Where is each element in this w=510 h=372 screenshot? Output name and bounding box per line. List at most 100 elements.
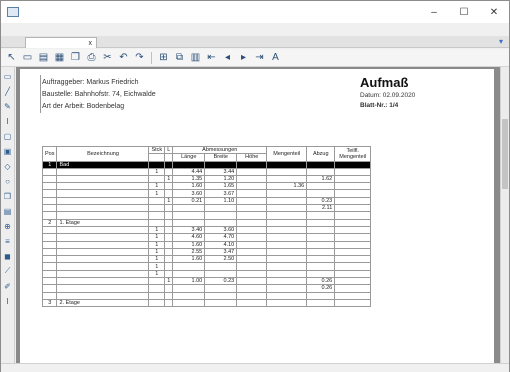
image-tool-icon[interactable]: ▣ — [3, 146, 13, 156]
table-row[interactable]: 1 1.35 1.20 1.62 — [41, 174, 372, 184]
zoom-tool-icon[interactable]: ⊕ — [3, 221, 13, 231]
table-row[interactable]: 1 0.21 1.10 0.23 — [41, 196, 372, 206]
client-label: Auftraggeber: — [42, 79, 85, 86]
cell-stk: 1 — [148, 262, 166, 271]
app-icon — [7, 7, 19, 17]
cell-abzug — [306, 240, 336, 249]
cell-pos: 1 — [41, 160, 58, 169]
grid-icon[interactable]: ▥ — [189, 51, 202, 64]
copy-icon[interactable]: ❐ — [69, 51, 82, 64]
copy-format-icon[interactable]: ⧉ — [173, 51, 186, 64]
cell-hgt — [236, 240, 268, 249]
group-tool-icon[interactable]: ▤ — [3, 206, 13, 216]
circle-tool-icon[interactable]: ○ — [3, 176, 13, 186]
cell-total — [334, 174, 372, 184]
cursor-tool-icon[interactable]: I — [3, 296, 13, 306]
cell-pos — [41, 284, 58, 293]
table-row[interactable] — [41, 211, 372, 220]
cell-len: 1.35 — [172, 174, 206, 184]
table-row[interactable]: 1 1.60 2.50 — [41, 255, 372, 264]
undo-icon[interactable]: ↶ — [117, 51, 130, 64]
scrollbar-thumb[interactable] — [502, 119, 508, 189]
redo-icon[interactable]: ↷ — [133, 51, 146, 64]
table-row[interactable]: 1 3.40 3.60 — [41, 225, 372, 235]
table-row[interactable]: 2.11 — [41, 204, 372, 213]
frame-tool-icon[interactable]: ▢ — [3, 131, 13, 141]
table-row[interactable] — [41, 291, 372, 300]
cell-len: 0.21 — [172, 196, 206, 206]
site-label: Baustelle: — [42, 91, 73, 98]
cell-l — [164, 269, 174, 279]
table-row[interactable]: 1 1.60 4.10 — [41, 240, 372, 249]
new-icon[interactable]: ▭ — [21, 51, 34, 64]
cell-menge — [266, 204, 308, 213]
cell-pos — [41, 247, 58, 257]
cell-hgt — [236, 225, 268, 235]
vertical-scrollbar[interactable] — [500, 67, 509, 363]
table-row[interactable]: 1 — [41, 262, 372, 271]
align-tool-icon[interactable]: ≡ — [3, 236, 13, 246]
prev-icon[interactable]: ◂ — [221, 51, 234, 64]
cell-desc — [56, 284, 150, 293]
fill-tool-icon[interactable]: ◼ — [3, 251, 13, 261]
pointer-icon[interactable]: ↖ — [5, 51, 18, 64]
last-icon[interactable]: ⇥ — [253, 51, 266, 64]
table-row[interactable]: 1 1.00 0.23 0.26 — [41, 277, 372, 286]
text-icon[interactable]: A — [269, 51, 282, 64]
cell-stk: 1 — [148, 255, 166, 264]
cell-len: 2.55 — [172, 247, 206, 257]
table-row[interactable]: 2 1. Etage — [41, 218, 372, 227]
table-icon[interactable]: ⊞ — [157, 51, 170, 64]
cut-icon[interactable]: ✂ — [101, 51, 114, 64]
cell-total — [334, 277, 372, 286]
open-icon[interactable]: ▤ — [37, 51, 50, 64]
cell-wid — [204, 218, 238, 227]
table-row[interactable]: 3 2. Etage — [41, 298, 372, 308]
cell-wid: 2.50 — [204, 255, 238, 264]
cell-len — [172, 269, 206, 279]
cell-menge — [266, 277, 308, 286]
table-row[interactable]: 1 4.60 4.70 — [41, 233, 372, 242]
cell-hgt — [236, 291, 268, 300]
pen-tool-icon[interactable]: ✎ — [3, 101, 13, 111]
rectangle-tool-icon[interactable]: ▭ — [3, 71, 13, 81]
chevron-down-icon[interactable]: ▾ — [499, 37, 503, 46]
table-row[interactable]: 1 2.55 3.47 — [41, 247, 372, 257]
cell-abzug: 2.11 — [306, 204, 336, 213]
minimize-button[interactable]: – — [419, 1, 449, 23]
cell-pos — [41, 277, 58, 286]
table-row[interactable]: 1 1.60 1.65 1.36 — [41, 182, 372, 191]
save-icon[interactable]: ▦ — [53, 51, 66, 64]
close-tab-icon[interactable]: x — [89, 40, 93, 47]
cell-desc — [56, 233, 150, 242]
table-row[interactable]: 1 4.44 3.44 — [41, 167, 372, 176]
table-row[interactable]: 1 — [41, 269, 372, 279]
text-tool-icon[interactable]: I — [3, 116, 13, 126]
shape-tool-icon[interactable]: ◇ — [3, 161, 13, 171]
document-tab[interactable]: x — [25, 37, 97, 48]
pencil-tool-icon[interactable]: ✐ — [3, 281, 13, 291]
cell-stk — [148, 160, 166, 169]
cell-menge — [266, 291, 308, 300]
layer-tool-icon[interactable]: ❒ — [3, 191, 13, 201]
table-row[interactable]: 0.26 — [41, 284, 372, 293]
cell-l: 1 — [164, 174, 174, 184]
maximize-button[interactable]: ☐ — [449, 1, 479, 23]
cell-total — [334, 218, 372, 227]
table-row[interactable]: 1 3.60 3.67 — [41, 189, 372, 198]
document-canvas[interactable]: Auftraggeber: Markus Friedrich Baustelle… — [16, 67, 500, 363]
next-icon[interactable]: ▸ — [237, 51, 250, 64]
cell-desc: Bad — [56, 160, 150, 169]
cell-l — [164, 160, 174, 169]
cell-menge — [266, 240, 308, 249]
first-icon[interactable]: ⇤ — [205, 51, 218, 64]
cell-wid — [204, 269, 238, 279]
cell-hgt — [236, 204, 268, 213]
line-tool-icon[interactable]: ╱ — [3, 86, 13, 96]
cell-pos — [41, 204, 58, 213]
cell-total — [334, 189, 372, 198]
close-button[interactable]: ✕ — [479, 1, 509, 23]
brush-tool-icon[interactable]: ⟋ — [3, 266, 13, 276]
table-row[interactable]: 1 Bad — [41, 160, 372, 169]
print-icon[interactable]: ⎙ — [85, 51, 98, 64]
